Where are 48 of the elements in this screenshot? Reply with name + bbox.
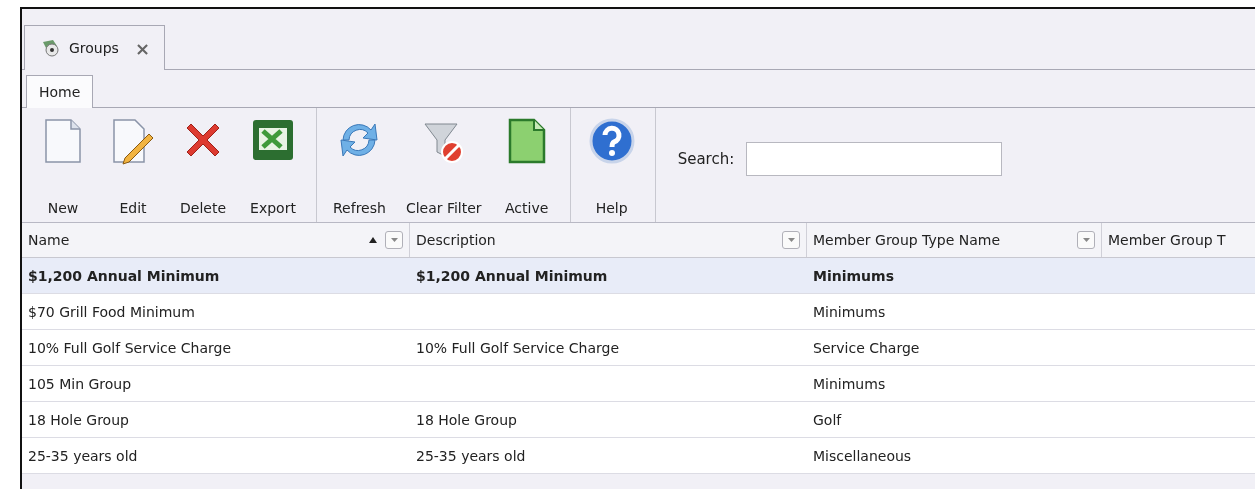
new-button[interactable]: New	[28, 108, 98, 222]
table-cell: Golf	[813, 411, 842, 428]
table-cell: $70 Grill Food Minimum	[28, 303, 195, 320]
pencil-document-icon	[111, 118, 155, 166]
table-cell: 18 Hole Group	[28, 411, 129, 428]
clearfilter-button[interactable]: Clear Filter	[395, 108, 492, 222]
table-cell: Miscellaneous	[813, 447, 912, 464]
table-row[interactable]: 10% Full Golf Service Charge 10% Full Golf Service Charge Service Charge	[22, 330, 1255, 366]
table-cell: 18 Hole Group	[416, 411, 517, 428]
table-row[interactable]: 18 Hole Group 18 Hole Group Golf	[22, 402, 1255, 438]
help-icon	[588, 118, 635, 164]
table-cell: 10% Full Golf Service Charge	[416, 339, 620, 356]
active-button[interactable]: Active	[491, 108, 562, 222]
table-row[interactable]: 105 Min Group Minimums	[22, 366, 1255, 402]
table-cell: 10% Full Golf Service Charge	[28, 339, 232, 356]
table-cell: 25-35 years old	[416, 447, 526, 464]
document-icon	[43, 118, 83, 164]
export-button[interactable]: Export	[238, 108, 308, 222]
table-cell: Service Charge	[813, 339, 920, 356]
tab-label: Groups	[69, 40, 119, 56]
column-header[interactable]: Member Group Type Name	[807, 223, 1102, 257]
search-field[interactable]	[746, 142, 1003, 176]
edit-button[interactable]: Edit	[98, 108, 168, 222]
table-cell: Minimums	[813, 267, 894, 284]
spreadsheet-icon	[251, 118, 295, 162]
table-cell: 105 Min Group	[28, 375, 132, 392]
refresh-button[interactable]: Refresh	[323, 108, 396, 222]
table-cell: Minimums	[813, 375, 886, 392]
table-row[interactable]: $1,200 Annual Minimum $1,200 Annual Minimum Minimums	[22, 258, 1255, 294]
column-header[interactable]: Description	[410, 223, 807, 257]
table-cell: $1,200 Annual Minimum	[416, 267, 608, 284]
filter-dropdown-icon[interactable]	[385, 231, 403, 249]
close-icon[interactable]: ×	[134, 37, 150, 59]
table-cell: Minimums	[813, 303, 886, 320]
document-tab[interactable]: Groups ×	[24, 25, 165, 70]
column-header[interactable]: Name	[22, 223, 410, 257]
filter-dropdown-icon[interactable]	[782, 231, 800, 249]
search-label: Search:	[677, 150, 735, 168]
table-row[interactable]: 25-35 years old 25-35 years old Miscellaneous	[22, 438, 1255, 474]
table-cell: $1,200 Annual Minimum	[28, 267, 220, 284]
filter-dropdown-icon[interactable]	[1077, 231, 1095, 249]
delete-button[interactable]: Delete	[168, 108, 238, 222]
ribbon-tab[interactable]: Home	[26, 75, 94, 108]
table-row[interactable]: $70 Grill Food Minimum Minimums	[22, 294, 1255, 330]
column-header[interactable]: Member Group T	[1102, 223, 1255, 257]
document-icon	[506, 118, 547, 164]
help-button[interactable]: Help	[576, 108, 647, 222]
table-cell: 25-35 years old	[28, 447, 138, 464]
